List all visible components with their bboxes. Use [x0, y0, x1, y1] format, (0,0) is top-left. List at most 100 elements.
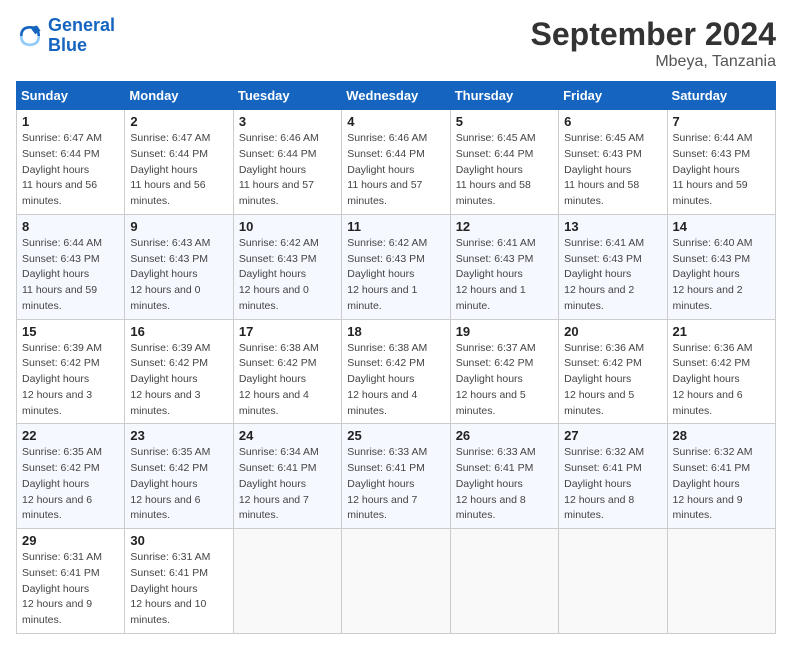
sunset-label: Sunset: 6:43 PM [564, 148, 642, 160]
day-info: Sunrise: 6:45 AM Sunset: 6:44 PM Dayligh… [456, 131, 553, 210]
calendar-cell [667, 529, 775, 634]
day-info: Sunrise: 6:45 AM Sunset: 6:43 PM Dayligh… [564, 131, 661, 210]
calendar-cell: 28 Sunrise: 6:32 AM Sunset: 6:41 PM Dayl… [667, 424, 775, 529]
sunrise-label: Sunrise: 6:35 AM [22, 446, 102, 458]
daylight-label: Daylight hours [673, 268, 740, 280]
page-header: General Blue September 2024 Mbeya, Tanza… [16, 16, 776, 71]
calendar-cell: 3 Sunrise: 6:46 AM Sunset: 6:44 PM Dayli… [233, 110, 341, 215]
daylight-label: Daylight hours [22, 268, 89, 280]
sunrise-label: Sunrise: 6:38 AM [347, 342, 427, 354]
daylight-label: Daylight hours [456, 478, 523, 490]
header-tuesday: Tuesday [233, 82, 341, 110]
day-number: 8 [22, 219, 119, 234]
calendar-cell: 12 Sunrise: 6:41 AM Sunset: 6:43 PM Dayl… [450, 214, 558, 319]
sunset-label: Sunset: 6:42 PM [564, 357, 642, 369]
daylight-label: Daylight hours [239, 268, 306, 280]
daylight-value: 12 hours and 7 minutes. [347, 494, 417, 522]
sunset-label: Sunset: 6:42 PM [22, 357, 100, 369]
day-info: Sunrise: 6:40 AM Sunset: 6:43 PM Dayligh… [673, 236, 770, 315]
day-number: 20 [564, 324, 661, 339]
day-info: Sunrise: 6:35 AM Sunset: 6:42 PM Dayligh… [22, 445, 119, 524]
daylight-label: Daylight hours [22, 478, 89, 490]
calendar-cell: 7 Sunrise: 6:44 AM Sunset: 6:43 PM Dayli… [667, 110, 775, 215]
calendar-week-row: 29 Sunrise: 6:31 AM Sunset: 6:41 PM Dayl… [17, 529, 776, 634]
day-info: Sunrise: 6:42 AM Sunset: 6:43 PM Dayligh… [239, 236, 336, 315]
day-number: 2 [130, 114, 227, 129]
sunset-label: Sunset: 6:42 PM [673, 357, 751, 369]
location-title: Mbeya, Tanzania [531, 53, 776, 71]
day-number: 19 [456, 324, 553, 339]
daylight-label: Daylight hours [347, 268, 414, 280]
daylight-label: Daylight hours [130, 373, 197, 385]
sunset-label: Sunset: 6:43 PM [456, 253, 534, 265]
month-title: September 2024 [531, 16, 776, 53]
calendar-cell: 6 Sunrise: 6:45 AM Sunset: 6:43 PM Dayli… [559, 110, 667, 215]
daylight-value: 11 hours and 56 minutes. [130, 179, 205, 207]
calendar-cell [559, 529, 667, 634]
day-number: 21 [673, 324, 770, 339]
day-info: Sunrise: 6:31 AM Sunset: 6:41 PM Dayligh… [22, 550, 119, 629]
sunrise-label: Sunrise: 6:33 AM [456, 446, 536, 458]
sunrise-label: Sunrise: 6:45 AM [456, 132, 536, 144]
calendar-week-row: 1 Sunrise: 6:47 AM Sunset: 6:44 PM Dayli… [17, 110, 776, 215]
calendar-cell: 5 Sunrise: 6:45 AM Sunset: 6:44 PM Dayli… [450, 110, 558, 215]
calendar-cell: 16 Sunrise: 6:39 AM Sunset: 6:42 PM Dayl… [125, 319, 233, 424]
sunrise-label: Sunrise: 6:37 AM [456, 342, 536, 354]
day-info: Sunrise: 6:36 AM Sunset: 6:42 PM Dayligh… [564, 341, 661, 420]
day-info: Sunrise: 6:47 AM Sunset: 6:44 PM Dayligh… [130, 131, 227, 210]
sunrise-label: Sunrise: 6:41 AM [456, 237, 536, 249]
day-info: Sunrise: 6:34 AM Sunset: 6:41 PM Dayligh… [239, 445, 336, 524]
day-number: 11 [347, 219, 444, 234]
calendar-week-row: 15 Sunrise: 6:39 AM Sunset: 6:42 PM Dayl… [17, 319, 776, 424]
calendar-cell: 8 Sunrise: 6:44 AM Sunset: 6:43 PM Dayli… [17, 214, 125, 319]
day-info: Sunrise: 6:31 AM Sunset: 6:41 PM Dayligh… [130, 550, 227, 629]
daylight-value: 12 hours and 9 minutes. [22, 598, 92, 626]
calendar-cell: 4 Sunrise: 6:46 AM Sunset: 6:44 PM Dayli… [342, 110, 450, 215]
day-info: Sunrise: 6:41 AM Sunset: 6:43 PM Dayligh… [564, 236, 661, 315]
daylight-label: Daylight hours [673, 164, 740, 176]
sunset-label: Sunset: 6:43 PM [673, 148, 751, 160]
calendar-cell: 11 Sunrise: 6:42 AM Sunset: 6:43 PM Dayl… [342, 214, 450, 319]
daylight-label: Daylight hours [456, 164, 523, 176]
day-info: Sunrise: 6:47 AM Sunset: 6:44 PM Dayligh… [22, 131, 119, 210]
header-friday: Friday [559, 82, 667, 110]
daylight-label: Daylight hours [239, 164, 306, 176]
logo-blue: Blue [48, 36, 115, 56]
daylight-value: 12 hours and 4 minutes. [239, 389, 309, 417]
sunrise-label: Sunrise: 6:36 AM [564, 342, 644, 354]
day-number: 7 [673, 114, 770, 129]
sunrise-label: Sunrise: 6:39 AM [130, 342, 210, 354]
daylight-label: Daylight hours [564, 164, 631, 176]
calendar-cell: 22 Sunrise: 6:35 AM Sunset: 6:42 PM Dayl… [17, 424, 125, 529]
day-number: 12 [456, 219, 553, 234]
daylight-value: 12 hours and 8 minutes. [456, 494, 526, 522]
daylight-value: 12 hours and 5 minutes. [456, 389, 526, 417]
weekday-header-row: Sunday Monday Tuesday Wednesday Thursday… [17, 82, 776, 110]
day-number: 5 [456, 114, 553, 129]
calendar-table: Sunday Monday Tuesday Wednesday Thursday… [16, 81, 776, 634]
calendar-cell: 21 Sunrise: 6:36 AM Sunset: 6:42 PM Dayl… [667, 319, 775, 424]
day-number: 18 [347, 324, 444, 339]
sunrise-label: Sunrise: 6:41 AM [564, 237, 644, 249]
daylight-value: 12 hours and 6 minutes. [673, 389, 743, 417]
daylight-value: 12 hours and 0 minutes. [130, 284, 200, 312]
day-number: 23 [130, 428, 227, 443]
sunset-label: Sunset: 6:43 PM [130, 253, 208, 265]
sunrise-label: Sunrise: 6:43 AM [130, 237, 210, 249]
calendar-cell: 14 Sunrise: 6:40 AM Sunset: 6:43 PM Dayl… [667, 214, 775, 319]
daylight-value: 12 hours and 5 minutes. [564, 389, 634, 417]
sunset-label: Sunset: 6:41 PM [239, 462, 317, 474]
sunrise-label: Sunrise: 6:32 AM [673, 446, 753, 458]
calendar-header: Sunday Monday Tuesday Wednesday Thursday… [17, 82, 776, 110]
logo: General Blue [16, 16, 115, 56]
logo-text: General Blue [48, 16, 115, 56]
day-info: Sunrise: 6:32 AM Sunset: 6:41 PM Dayligh… [673, 445, 770, 524]
calendar-cell: 15 Sunrise: 6:39 AM Sunset: 6:42 PM Dayl… [17, 319, 125, 424]
calendar-cell: 20 Sunrise: 6:36 AM Sunset: 6:42 PM Dayl… [559, 319, 667, 424]
sunrise-label: Sunrise: 6:31 AM [22, 551, 102, 563]
sunset-label: Sunset: 6:44 PM [22, 148, 100, 160]
sunrise-label: Sunrise: 6:35 AM [130, 446, 210, 458]
day-info: Sunrise: 6:46 AM Sunset: 6:44 PM Dayligh… [347, 131, 444, 210]
calendar-cell [342, 529, 450, 634]
daylight-label: Daylight hours [347, 478, 414, 490]
